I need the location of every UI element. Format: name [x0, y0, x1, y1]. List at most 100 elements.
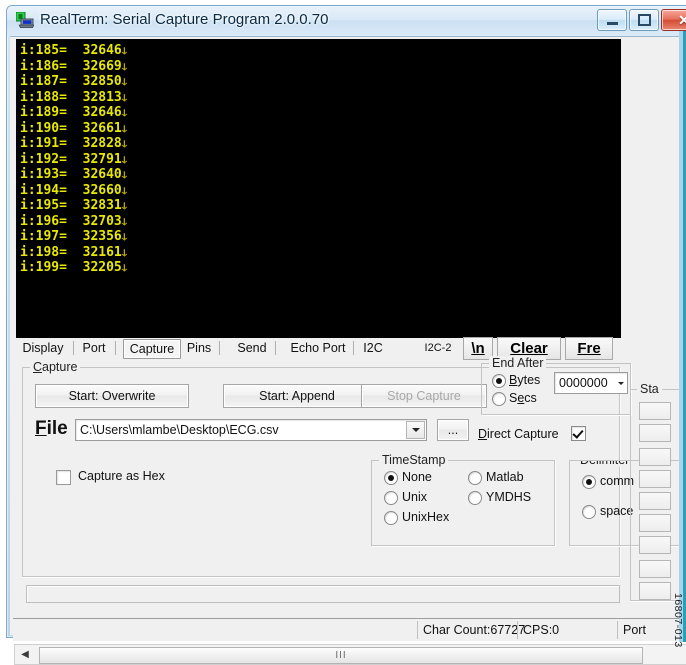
- end-after-radio-secs[interactable]: [492, 392, 506, 406]
- timestamp-label-unixhex: UnixHex: [402, 510, 450, 524]
- linefeed-icon: ↆ: [121, 123, 128, 135]
- linefeed-icon: ↆ: [121, 108, 128, 119]
- terminal-line: i:196= 32703ↆ: [20, 214, 610, 230]
- terminal-line: i:199= 32205ↆ: [20, 260, 610, 276]
- terminal-line-value: 32640: [82, 167, 122, 182]
- delimiter-radio-comma[interactable]: [582, 475, 596, 489]
- status-led-4[interactable]: [639, 470, 671, 488]
- terminal-line: i:194= 32660ↆ: [20, 183, 610, 199]
- tab-separator: [353, 341, 354, 355]
- status-led-9[interactable]: [639, 582, 671, 600]
- terminal-line: i:195= 32831ↆ: [20, 198, 610, 214]
- start-overwrite-label: Start: Overwrite: [68, 389, 156, 403]
- freeze-button[interactable]: Fre: [565, 337, 613, 360]
- terminal-line-index: i:198=: [20, 244, 83, 260]
- maximize-button[interactable]: [629, 9, 659, 31]
- scroll-left-glyph: ◀: [21, 649, 29, 660]
- terminal-line-index: i:191=: [20, 136, 83, 151]
- figure-number: 16807-013: [672, 593, 684, 648]
- terminal-line: i:198= 32161ↆ: [20, 245, 610, 261]
- tab-i2c-2[interactable]: I2C-2: [419, 339, 457, 357]
- tab-pins[interactable]: Pins: [183, 339, 220, 357]
- tab-display[interactable]: Display: [17, 339, 74, 357]
- tab-label: Port: [82, 341, 106, 355]
- status-led-5[interactable]: [639, 492, 671, 510]
- end-after-count-spinner[interactable]: 0000000: [554, 372, 628, 394]
- timestamp-radio-ymdhs[interactable]: [468, 491, 482, 505]
- terminal-line: i:197= 32356ↆ: [20, 229, 610, 245]
- window-controls: ✕: [597, 9, 686, 31]
- capture-as-hex-checkbox[interactable]: [56, 470, 71, 485]
- tab-separator: [115, 341, 116, 355]
- tab-port[interactable]: Port: [77, 339, 116, 357]
- scroll-left-arrow-icon[interactable]: ◀: [16, 646, 34, 663]
- linefeed-icon: ↆ: [121, 46, 128, 57]
- tab-echo-port[interactable]: Echo Port: [287, 339, 354, 357]
- timestamp-radio-matlab[interactable]: [468, 471, 482, 485]
- status-led-8[interactable]: [639, 560, 671, 578]
- terminal-line-value: 32161: [82, 244, 122, 260]
- capture-progress-bar: [26, 585, 620, 603]
- end-after-group-label: End After: [489, 356, 547, 370]
- terminal-line-value: 32828: [82, 136, 122, 151]
- status-led-1[interactable]: [639, 402, 671, 420]
- linefeed-icon: ↆ: [121, 154, 128, 166]
- start-overwrite-button[interactable]: Start: Overwrite: [35, 384, 189, 408]
- file-path-combo[interactable]: C:\Users\mlambe\Desktop\ECG.csv: [75, 419, 427, 441]
- linefeed-icon: ↆ: [121, 185, 128, 197]
- terminal-line-value: 32660: [82, 182, 122, 198]
- title-bar[interactable]: RealTerm: Serial Capture Program 2.0.0.7…: [7, 6, 686, 36]
- terminal-line-index: i:197=: [20, 229, 83, 244]
- start-append-button[interactable]: Start: Append: [223, 384, 371, 408]
- terminal-line-value: 32831: [82, 198, 122, 213]
- status-led-7[interactable]: [639, 536, 671, 554]
- timestamp-label-matlab: Matlab: [486, 470, 524, 484]
- tab-label: I2C: [363, 341, 383, 355]
- realterm-app-icon: [15, 11, 35, 29]
- end-after-group: End After Bytes Secs 0000000: [481, 356, 631, 415]
- timestamp-radio-unix[interactable]: [384, 491, 398, 505]
- terminal-line: i:186= 32669ↆ: [20, 59, 610, 75]
- window-title: RealTerm: Serial Capture Program 2.0.0.7…: [40, 11, 329, 28]
- terminal-line-index: i:192=: [20, 151, 83, 167]
- browse-file-button[interactable]: ...: [437, 419, 469, 441]
- status-led-3[interactable]: [639, 448, 671, 466]
- terminal-line-value: 32791: [82, 151, 122, 167]
- terminal-line-index: i:190=: [20, 120, 83, 136]
- terminal-line-index: i:194=: [20, 182, 83, 198]
- status-led-2[interactable]: [639, 424, 671, 442]
- stop-capture-label: Stop Capture: [387, 389, 461, 403]
- spinner-down-icon[interactable]: [615, 374, 626, 392]
- stop-capture-button[interactable]: Stop Capture: [361, 384, 487, 408]
- terminal-line-index: i:195=: [20, 198, 83, 213]
- end-after-radio-bytes[interactable]: [492, 374, 506, 388]
- tab-separator: [275, 341, 276, 355]
- terminal-line-index: i:187=: [20, 74, 83, 89]
- minimize-button[interactable]: [597, 9, 627, 31]
- delimiter-radio-space[interactable]: [582, 505, 596, 519]
- linefeed-icon: ↆ: [121, 170, 128, 181]
- application-window: RealTerm: Serial Capture Program 2.0.0.7…: [6, 5, 686, 665]
- horizontal-scrollbar[interactable]: ◀ III ▶: [14, 644, 686, 665]
- terminal-scrollbar[interactable]: [609, 40, 620, 337]
- terminal-line-index: i:193=: [20, 167, 83, 182]
- direct-capture-label: Direct Capture: [478, 427, 559, 441]
- status-led-6[interactable]: [639, 514, 671, 532]
- tab-capture[interactable]: Capture: [123, 339, 181, 359]
- scroll-thumb[interactable]: III: [39, 647, 643, 664]
- direct-capture-checkbox[interactable]: [571, 426, 586, 441]
- cps-cell: CPS:0: [517, 621, 587, 639]
- tab-i2c[interactable]: I2C: [359, 339, 387, 357]
- linefeed-icon: ↆ: [121, 61, 128, 73]
- close-button[interactable]: ✕: [661, 9, 686, 31]
- end-after-label-bytes: Bytes: [509, 373, 541, 387]
- chevron-down-icon[interactable]: [406, 421, 425, 439]
- tab-send[interactable]: Send: [233, 339, 276, 357]
- timestamp-group-label: TimeStamp: [379, 453, 449, 467]
- status-group: Sta: [630, 382, 686, 601]
- terminal-output[interactable]: i:185= 32646ↆ i:186= 32669ↆ i:187= 32850ↆ i…: [18, 41, 610, 336]
- timestamp-radio-unixhex[interactable]: [384, 511, 398, 525]
- terminal-line-index: i:199=: [20, 260, 83, 275]
- timestamp-radio-none[interactable]: [384, 471, 398, 485]
- terminal-line-index: i:186=: [20, 58, 83, 74]
